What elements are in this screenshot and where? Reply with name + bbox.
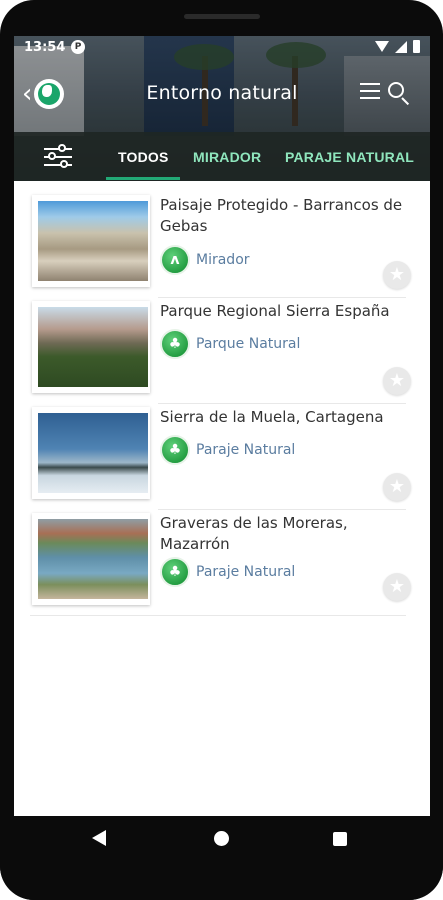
tab-todos[interactable]: TODOS bbox=[118, 149, 169, 165]
wifi-icon bbox=[375, 40, 389, 53]
app-screen: 13:54 P ‹ Entorno natural TODOS MIRADOR … bbox=[14, 36, 430, 816]
tab-paraje-natural[interactable]: PARAJE NATURAL bbox=[285, 149, 414, 165]
thumbnail-frame bbox=[32, 407, 150, 499]
paraje-natural-icon: ♣ bbox=[160, 557, 190, 587]
list-item[interactable]: Graveras de las Moreras, Mazarrón ♣ Para… bbox=[30, 513, 411, 613]
favorite-star-button[interactable]: ★ bbox=[383, 473, 411, 501]
status-time: 13:54 bbox=[24, 40, 66, 55]
divider bbox=[30, 615, 406, 616]
tab-mirador[interactable]: MIRADOR bbox=[193, 149, 261, 165]
place-title: Parque Regional Sierra España bbox=[160, 302, 390, 320]
category-label: Paraje Natural bbox=[196, 442, 296, 458]
divider bbox=[158, 403, 406, 404]
selected-tab-indicator bbox=[106, 177, 180, 180]
status-bar: 13:54 P bbox=[14, 36, 430, 60]
category-label: Mirador bbox=[196, 252, 250, 268]
thumbnail-frame bbox=[32, 513, 150, 605]
nav-recent-apps-icon[interactable] bbox=[333, 832, 347, 846]
app-bar: ‹ Entorno natural bbox=[14, 72, 430, 116]
signal-icon bbox=[395, 40, 407, 53]
divider bbox=[158, 509, 406, 510]
category-row: ♣ Paraje Natural bbox=[160, 557, 295, 587]
nav-back-icon[interactable] bbox=[92, 830, 106, 846]
category-row: ᴧ Mirador bbox=[160, 245, 250, 275]
place-title: Paisaje Protegido - Barrancos de Gebas bbox=[160, 196, 403, 235]
menu-icon[interactable] bbox=[360, 83, 380, 99]
parque-natural-icon: ♣ bbox=[160, 329, 190, 359]
place-title: Graveras de las Moreras, Mazarrón bbox=[160, 514, 348, 553]
list-item[interactable]: Sierra de la Muela, Cartagena ♣ Paraje N… bbox=[30, 407, 411, 507]
system-navigation-bar bbox=[0, 816, 443, 900]
category-row: ♣ Paraje Natural bbox=[160, 435, 295, 465]
place-thumbnail bbox=[38, 519, 148, 599]
list-item[interactable]: Paisaje Protegido - Barrancos de Gebas ᴧ… bbox=[30, 195, 411, 295]
place-thumbnail bbox=[38, 413, 148, 493]
favorite-star-button[interactable]: ★ bbox=[383, 367, 411, 395]
place-thumbnail bbox=[38, 201, 148, 281]
mirador-icon: ᴧ bbox=[160, 245, 190, 275]
place-title: Sierra de la Muela, Cartagena bbox=[160, 408, 384, 426]
notification-app-icon: P bbox=[71, 40, 85, 54]
phone-device: 13:54 P ‹ Entorno natural TODOS MIRADOR … bbox=[0, 0, 443, 900]
thumbnail-frame bbox=[32, 301, 150, 393]
list-item[interactable]: Parque Regional Sierra España ♣ Parque N… bbox=[30, 301, 411, 401]
place-thumbnail bbox=[38, 307, 148, 387]
category-row: ♣ Parque Natural bbox=[160, 329, 300, 359]
status-icons bbox=[375, 40, 420, 53]
filter-tab-bar: TODOS MIRADOR PARAJE NATURAL bbox=[14, 132, 430, 181]
speaker-grille bbox=[184, 14, 260, 19]
nav-home-icon[interactable] bbox=[214, 831, 229, 846]
category-label: Paraje Natural bbox=[196, 564, 296, 580]
filter-settings-icon[interactable] bbox=[44, 144, 74, 170]
battery-icon bbox=[413, 40, 420, 53]
thumbnail-frame bbox=[32, 195, 150, 287]
favorite-star-button[interactable]: ★ bbox=[383, 261, 411, 289]
category-label: Parque Natural bbox=[196, 336, 301, 352]
favorite-star-button[interactable]: ★ bbox=[383, 573, 411, 601]
divider bbox=[158, 297, 406, 298]
search-icon[interactable] bbox=[388, 82, 412, 106]
paraje-natural-icon: ♣ bbox=[160, 435, 190, 465]
